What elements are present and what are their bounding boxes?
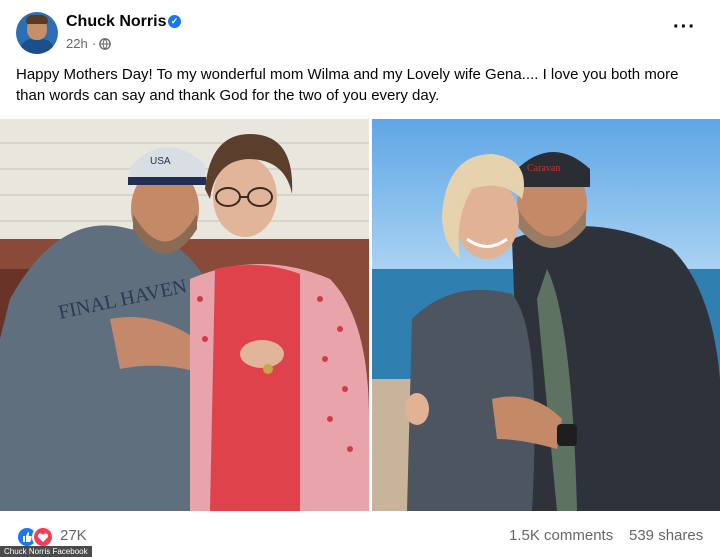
meta-separator: · xyxy=(92,36,97,51)
globe-icon xyxy=(99,38,111,50)
shares-count[interactable]: 539 shares xyxy=(629,527,703,544)
more-options-button[interactable]: ··· xyxy=(673,16,696,39)
post-text: Happy Mothers Day! To my wonderful mom W… xyxy=(16,66,679,104)
svg-text:Caravan: Caravan xyxy=(527,163,560,174)
reaction-bar: 27K 1.5K comments 539 shares xyxy=(0,518,720,550)
comments-count[interactable]: 1.5K comments xyxy=(509,527,613,544)
author-name[interactable]: Chuck Norris xyxy=(66,13,166,31)
verified-badge-icon: ✓ xyxy=(168,15,181,28)
photo-grid: FINAL HAVEN USA Caravan xyxy=(0,119,720,511)
love-reaction-icon[interactable] xyxy=(32,526,54,548)
photo-credit: Chuck Norris Facebook xyxy=(0,546,92,557)
photo-mom[interactable]: FINAL HAVEN USA xyxy=(0,119,369,511)
post-timestamp[interactable]: 22h xyxy=(66,36,88,51)
svg-text:USA: USA xyxy=(150,156,171,167)
reaction-count[interactable]: 27K xyxy=(60,527,87,544)
photo-wife[interactable]: Caravan xyxy=(372,119,720,511)
post-header: Chuck Norris ✓ 22h · ··· xyxy=(0,0,720,60)
author-avatar[interactable] xyxy=(16,12,58,54)
